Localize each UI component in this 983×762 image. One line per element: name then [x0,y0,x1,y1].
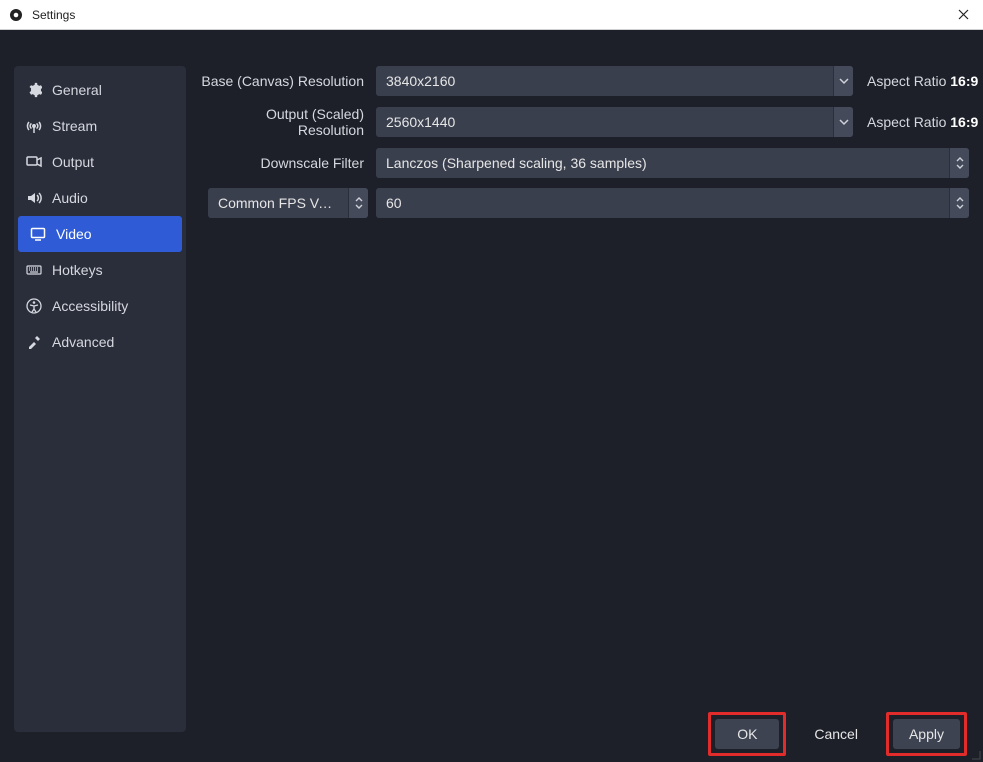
base-resolution-label: Base (Canvas) Resolution [200,73,368,89]
speaker-icon [26,190,42,206]
sidebar-item-general[interactable]: General [14,72,186,108]
chevron-down-icon[interactable] [833,107,853,137]
apply-button[interactable]: Apply [893,719,960,749]
cancel-button[interactable]: Cancel [798,719,874,749]
base-resolution-value: 3840x2160 [376,73,833,89]
fps-value: 60 [376,195,949,211]
spinner-icon[interactable] [348,188,368,218]
sidebar-item-stream[interactable]: Stream [14,108,186,144]
video-settings-panel: Base (Canvas) Resolution 3840x2160 Aspec… [200,66,969,700]
chevron-down-icon[interactable] [833,66,853,96]
monitor-icon [30,226,46,242]
sidebar-item-label: Accessibility [52,298,128,314]
downscale-filter-value: Lanczos (Sharpened scaling, 36 samples) [376,155,949,171]
sidebar-item-video[interactable]: Video [18,216,182,252]
keyboard-icon [26,262,42,278]
gear-icon [26,82,42,98]
sidebar-item-label: Hotkeys [52,262,103,278]
highlight-box: Apply [886,712,967,756]
spinner-icon[interactable] [949,188,969,218]
output-resolution-label: Output (Scaled) Resolution [200,106,368,138]
highlight-box: OK [708,712,786,756]
output-resolution-value: 2560x1440 [376,114,833,130]
titlebar: Settings [0,0,983,30]
base-aspect-ratio: Aspect Ratio 16:9 [861,73,969,89]
downscale-filter-label: Downscale Filter [200,155,368,171]
downscale-filter-combo[interactable]: Lanczos (Sharpened scaling, 36 samples) [376,148,969,178]
fps-mode-combo[interactable]: Common FPS Values [208,188,368,218]
sidebar-item-label: General [52,82,102,98]
sidebar-item-label: Video [56,226,92,242]
sidebar-item-output[interactable]: Output [14,144,186,180]
output-aspect-ratio: Aspect Ratio 16:9 [861,114,969,130]
dialog-footer: OK Cancel Apply [0,706,983,762]
sidebar-item-hotkeys[interactable]: Hotkeys [14,252,186,288]
fps-mode-value: Common FPS Values [208,195,348,211]
sidebar-item-label: Audio [52,190,88,206]
output-icon [26,154,42,170]
resize-grip-icon[interactable] [969,748,981,760]
sidebar-item-label: Output [52,154,94,170]
app-icon [8,7,24,23]
settings-sidebar: General Stream Output Audio Video [14,66,186,732]
sidebar-item-label: Advanced [52,334,114,350]
tools-icon [26,334,42,350]
close-button[interactable] [949,4,977,26]
accessibility-icon [26,298,42,314]
dialog-body: General Stream Output Audio Video [0,30,983,762]
spinner-icon[interactable] [949,148,969,178]
sidebar-item-advanced[interactable]: Advanced [14,324,186,360]
sidebar-item-label: Stream [52,118,97,134]
close-icon [958,9,969,20]
base-resolution-combo[interactable]: 3840x2160 [376,66,853,96]
window-title: Settings [32,8,75,22]
sidebar-item-accessibility[interactable]: Accessibility [14,288,186,324]
fps-value-combo[interactable]: 60 [376,188,969,218]
antenna-icon [26,118,42,134]
ok-button[interactable]: OK [715,719,779,749]
output-resolution-combo[interactable]: 2560x1440 [376,107,853,137]
sidebar-item-audio[interactable]: Audio [14,180,186,216]
